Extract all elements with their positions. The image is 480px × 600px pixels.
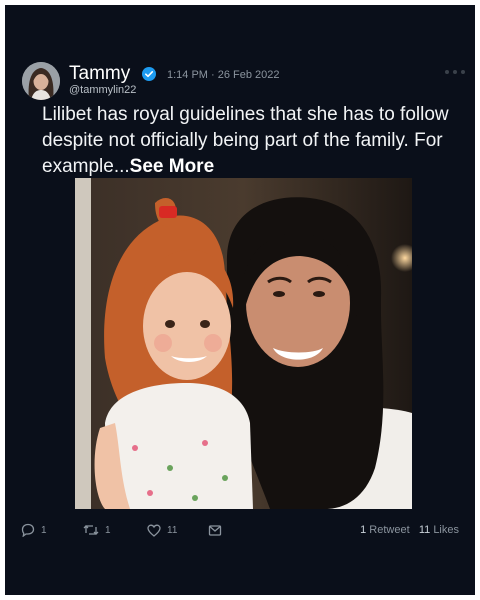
retweets-label[interactable]: Retweet: [369, 524, 409, 536]
share-icon: [208, 524, 222, 536]
retweet-count: 1: [105, 524, 111, 536]
tweet-timestamp[interactable]: 1:14 PM · 26 Feb 2022: [167, 69, 280, 82]
tweet-text: Lilibet has royal guidelines that she ha…: [42, 102, 462, 180]
retweets-number[interactable]: 1: [360, 524, 366, 536]
avatar[interactable]: [22, 62, 60, 100]
tweet-card: Tammy 1:14 PM · 26 Feb 2022 @tammylin22 …: [5, 5, 475, 595]
engagement-stats: 1 Retweet 11 Likes: [360, 523, 459, 537]
reply-count: 1: [41, 524, 47, 536]
reply-action[interactable]: 1: [21, 522, 47, 538]
retweet-icon: [83, 525, 99, 535]
reply-icon: [21, 523, 35, 537]
author-handle[interactable]: @tammylin22: [69, 84, 136, 97]
heart-icon: [147, 524, 161, 537]
like-action[interactable]: 11: [147, 522, 177, 538]
like-count: 11: [167, 524, 178, 536]
retweet-action[interactable]: 1: [83, 522, 111, 538]
likes-label[interactable]: Likes: [433, 524, 459, 536]
tweet-photo[interactable]: [75, 178, 412, 509]
more-options-icon[interactable]: [443, 67, 467, 77]
tweet-body: Lilibet has royal guidelines that she ha…: [42, 104, 449, 177]
share-action[interactable]: [208, 522, 222, 538]
likes-number[interactable]: 11: [419, 524, 430, 536]
see-more-link[interactable]: See More: [130, 156, 214, 177]
author-name[interactable]: Tammy: [69, 63, 130, 85]
verified-badge-icon: [142, 67, 156, 81]
